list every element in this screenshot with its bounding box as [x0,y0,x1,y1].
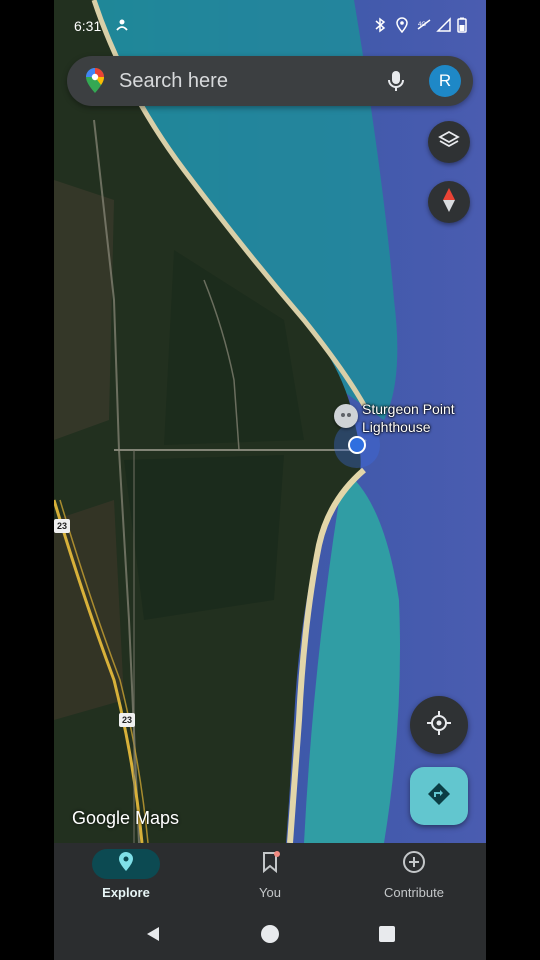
poi-name-line2: Lighthouse [362,419,431,435]
signal-5g-icon: 4G [416,17,432,33]
layers-button[interactable] [428,121,470,163]
nav-you-label: You [259,885,281,900]
search-bar[interactable]: Search here R [67,56,473,106]
home-circle-icon [261,925,279,943]
account-avatar[interactable]: R [429,65,461,97]
bookmark-icon [260,850,280,878]
home-button[interactable] [259,923,281,945]
nav-explore[interactable]: Explore [54,843,198,907]
nav-you[interactable]: You [198,843,342,907]
route-shield: 23 [119,713,135,727]
no-signal-person-icon [114,17,130,33]
back-triangle-icon [147,927,159,941]
crosshair-icon [426,710,452,741]
nav-contribute-label: Contribute [384,885,444,900]
compass-button[interactable] [428,181,470,223]
bottom-navigation: Explore You Contribute [54,843,486,907]
poi-label[interactable]: Sturgeon Point Lighthouse [362,400,482,436]
poi-face-icon [341,413,351,417]
poi-name-line1: Sturgeon Point [362,401,455,417]
system-navigation-bar [54,907,486,960]
back-button[interactable] [142,923,164,945]
my-location-button[interactable] [410,696,468,754]
microphone-icon[interactable] [385,69,407,93]
location-icon [394,17,410,34]
nav-contribute[interactable]: Contribute [342,843,486,907]
directions-button[interactable] [410,767,468,825]
status-bar: 6:31 4G [54,0,486,52]
google-maps-watermark: Google Maps [72,808,180,828]
recents-button[interactable] [376,923,398,945]
wifi-signal-icon [436,17,452,33]
google-maps-logo-icon [83,68,107,94]
status-time: 6:31 [74,18,102,34]
poi-marker[interactable] [334,404,358,428]
phone-screen: 6:31 4G Search here R Sturgeon Point Lig… [54,0,486,960]
svg-text:4G: 4G [418,22,426,28]
compass-icon [441,187,457,218]
current-location-dot [348,436,366,454]
nav-explore-indicator [92,849,160,879]
layers-icon [438,129,460,156]
add-circle-icon [402,850,426,879]
pin-icon [117,851,135,877]
battery-icon [454,17,470,33]
route-shield: 23 [54,519,70,533]
nav-you-indicator [236,849,304,879]
nav-contribute-indicator [380,849,448,879]
bluetooth-icon [372,17,388,33]
nav-explore-label: Explore [102,885,150,900]
recents-square-icon [379,926,395,942]
directions-icon [426,781,452,812]
search-input[interactable]: Search here [119,70,228,93]
